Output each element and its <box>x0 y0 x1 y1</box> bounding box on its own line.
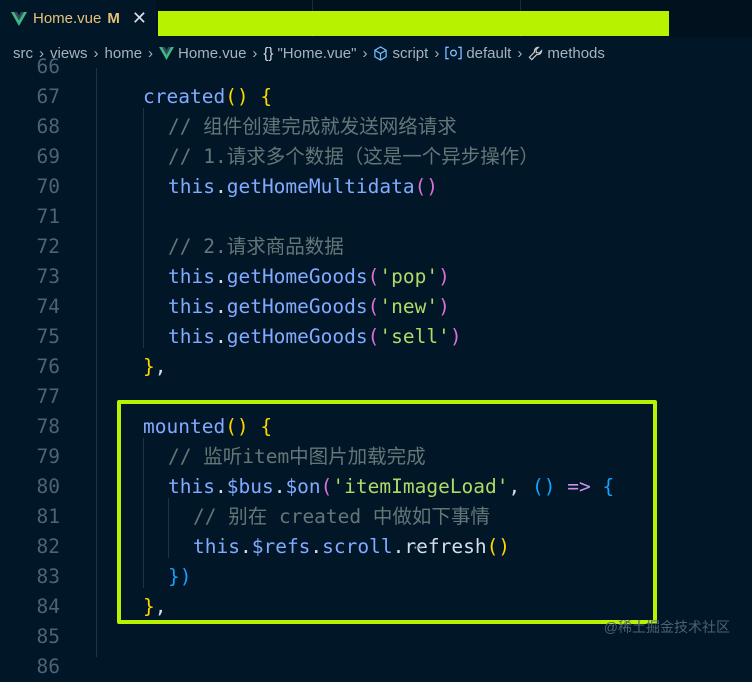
line-number: 74 <box>36 295 60 318</box>
code-token: . <box>214 325 227 348</box>
line-number: 79 <box>36 445 60 468</box>
code-token: this <box>168 325 215 348</box>
code-line[interactable]: 72 // 2.请求商品数据 <box>0 232 752 262</box>
line-number: 80 <box>36 475 60 498</box>
code-token: ( <box>367 265 380 288</box>
tab-title: Home.vue <box>33 10 102 27</box>
code-token: } <box>143 355 155 378</box>
code-token: . <box>214 265 227 288</box>
line-number: 77 <box>36 385 60 408</box>
code-token: this <box>168 265 215 288</box>
hint-dots: ⋯ <box>414 540 423 556</box>
line-number: 70 <box>36 175 60 198</box>
code-token: // 组件创建完成就发送网络请求 <box>168 115 457 138</box>
code-token: () <box>225 85 261 108</box>
line-number: 71 <box>36 205 60 228</box>
line-number: 66 <box>36 55 60 78</box>
code-line[interactable]: 69 // 1.请求多个数据（这是一个异步操作） <box>0 142 752 172</box>
code-text: created() { <box>143 82 272 112</box>
line-number: 76 <box>36 355 60 378</box>
tab-home-vue[interactable]: Home.vue M ✕ <box>0 0 156 38</box>
code-token: 'new' <box>379 295 439 318</box>
code-line[interactable]: 71 <box>0 202 752 232</box>
code-token: 'pop' <box>379 265 439 288</box>
line-number: 78 <box>36 415 60 438</box>
code-token: getHomeGoods <box>226 265 368 288</box>
line-number: 75 <box>36 325 60 348</box>
tab-bar: Home.vue M ✕ <box>0 0 752 38</box>
redaction-bar <box>158 11 669 36</box>
code-token: this <box>168 175 215 198</box>
code-token: created <box>143 85 226 108</box>
line-number: 72 <box>36 235 60 258</box>
code-token: getHomeGoods <box>226 295 368 318</box>
line-number: 69 <box>36 145 60 168</box>
code-token: () <box>414 175 439 198</box>
code-token: , <box>154 355 167 378</box>
tab-close-icon[interactable]: ✕ <box>132 8 147 29</box>
code-token: { <box>260 85 273 108</box>
code-token: ) <box>438 295 450 318</box>
annotation-highlight-box <box>117 400 657 624</box>
code-line[interactable]: 68 // 组件创建完成就发送网络请求 <box>0 112 752 142</box>
code-text: this.getHomeGoods('pop') <box>168 262 450 292</box>
code-token: getHomeGoods <box>226 325 368 348</box>
code-text: // 1.请求多个数据（这是一个异步操作） <box>168 142 539 172</box>
tab-modified-badge: M <box>107 10 120 27</box>
line-number: 83 <box>36 565 60 588</box>
code-token: // 2.请求商品数据 <box>168 235 344 258</box>
line-number: 84 <box>36 595 60 618</box>
line-number: 81 <box>36 505 60 528</box>
code-text: this.getHomeMultidata() <box>168 172 438 202</box>
line-number: 82 <box>36 535 60 558</box>
code-token: this <box>168 295 215 318</box>
code-text: this.getHomeGoods('sell') <box>168 322 462 352</box>
code-text: // 2.请求商品数据 <box>168 232 344 262</box>
code-token: getHomeMultidata <box>226 175 415 198</box>
code-token: // 1.请求多个数据（这是一个异步操作） <box>168 145 539 168</box>
code-token: . <box>214 295 227 318</box>
line-number: 68 <box>36 115 60 138</box>
code-token: ( <box>367 325 380 348</box>
code-text: // 组件创建完成就发送网络请求 <box>168 112 457 142</box>
code-line[interactable]: 74 this.getHomeGoods('new') <box>0 292 752 322</box>
code-token: ) <box>438 265 450 288</box>
code-line[interactable]: 66 <box>0 52 752 82</box>
line-number: 67 <box>36 85 60 108</box>
code-token: . <box>214 175 227 198</box>
code-line[interactable]: 76}, <box>0 352 752 382</box>
code-token: 'sell' <box>379 325 450 348</box>
code-text: }, <box>143 352 167 382</box>
code-line[interactable]: 67 created() { <box>0 82 752 112</box>
watermark: @稀土掘金技术社区 <box>603 619 730 635</box>
code-token: ( <box>367 295 380 318</box>
vue-icon <box>11 11 27 26</box>
code-text: this.getHomeGoods('new') <box>168 292 450 322</box>
code-line[interactable]: 75 this.getHomeGoods('sell') <box>0 322 752 352</box>
code-line[interactable]: 73 this.getHomeGoods('pop') <box>0 262 752 292</box>
line-number: 73 <box>36 265 60 288</box>
code-line[interactable]: 70 this.getHomeMultidata() <box>0 172 752 202</box>
line-number: 85 <box>36 625 60 648</box>
code-token: ) <box>449 325 462 348</box>
